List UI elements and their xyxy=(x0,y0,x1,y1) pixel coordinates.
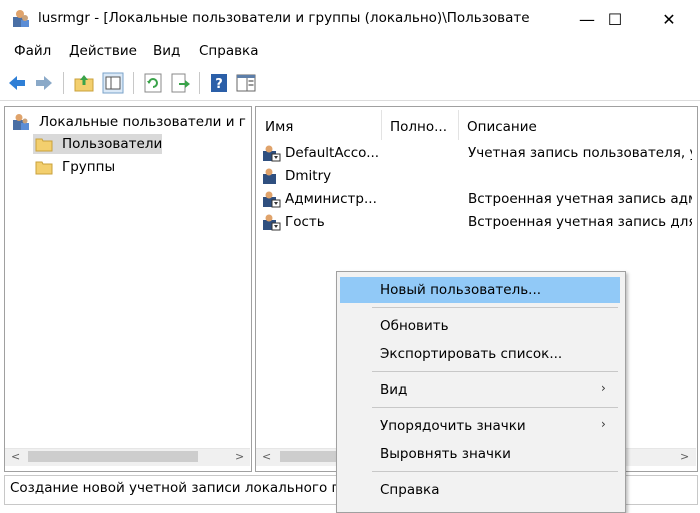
back-arrow-icon[interactable] xyxy=(6,72,28,94)
column-divider[interactable] xyxy=(458,110,459,140)
users-groups-icon xyxy=(13,114,29,130)
toolbar-separator xyxy=(199,72,200,94)
refresh-icon[interactable] xyxy=(142,72,164,94)
status-text: Создание новой учетной записи локального… xyxy=(10,480,349,496)
tree-root[interactable]: Локальные пользователи и гр xyxy=(39,114,247,130)
submenu-arrow-icon: › xyxy=(601,417,606,431)
user-icon xyxy=(263,214,281,231)
column-description[interactable]: Описание xyxy=(467,116,537,138)
user-icon xyxy=(263,191,281,208)
column-fullname[interactable]: Полно... xyxy=(390,116,447,138)
menu-action[interactable]: Действие xyxy=(69,43,137,59)
maximize-button[interactable]: ☐ xyxy=(592,0,638,38)
user-row-name[interactable]: Гость xyxy=(285,214,325,230)
tree-scroll-thumb[interactable] xyxy=(28,451,198,462)
window-title: lusrmgr - [Локальные пользователи и груп… xyxy=(38,10,530,26)
users-app-icon xyxy=(13,10,29,27)
ctx-new-user-label: Новый пользователь... xyxy=(380,282,542,298)
list-scroll-thumb[interactable] xyxy=(280,451,336,462)
user-row-name[interactable]: Администр... xyxy=(285,191,377,207)
menu-help[interactable]: Справка xyxy=(199,43,258,59)
tree-item-users[interactable]: Пользователи xyxy=(62,136,162,152)
ctx-help-label: Справка xyxy=(380,482,440,498)
folder-icon xyxy=(35,161,53,175)
user-row-name[interactable]: Dmitry xyxy=(285,168,331,184)
ctx-arrange-icons-label: Упорядочить значки xyxy=(380,418,526,434)
column-name[interactable]: Имя xyxy=(265,116,293,138)
user-row-desc: Встроенная учетная запись адми xyxy=(468,191,692,207)
ctx-separator xyxy=(372,471,618,472)
ctx-view-label: Вид xyxy=(380,382,408,398)
menu-file[interactable]: Файл xyxy=(14,43,51,59)
toolbar-separator xyxy=(133,72,134,94)
user-row-name[interactable]: DefaultAcco... xyxy=(285,145,379,161)
ctx-separator xyxy=(372,407,618,408)
scroll-right-icon[interactable]: > xyxy=(235,450,244,463)
ctx-refresh-label: Обновить xyxy=(380,318,449,334)
user-icon xyxy=(263,168,276,184)
toolbar-separator xyxy=(63,72,64,94)
forward-arrow-icon[interactable] xyxy=(33,72,55,94)
export-list-icon[interactable] xyxy=(169,72,191,94)
scroll-left-icon[interactable]: < xyxy=(11,450,20,463)
scroll-left-icon[interactable]: < xyxy=(262,450,271,463)
submenu-arrow-icon: › xyxy=(601,381,606,395)
menu-view[interactable]: Вид xyxy=(153,43,180,59)
up-folder-icon[interactable] xyxy=(73,72,95,94)
user-row-desc: Встроенная учетная запись для д xyxy=(468,214,692,230)
user-row-desc: Учетная запись пользователя, уп xyxy=(468,145,692,161)
ctx-separator xyxy=(372,307,618,308)
user-icon xyxy=(263,145,281,162)
folder-icon xyxy=(35,138,53,152)
action-pane-icon[interactable] xyxy=(235,72,257,94)
ctx-separator xyxy=(372,371,618,372)
maximize-icon: ☐ xyxy=(607,9,623,29)
close-icon: ✕ xyxy=(662,9,676,29)
column-divider[interactable] xyxy=(381,110,382,140)
svg-text:?: ? xyxy=(215,77,223,92)
close-button[interactable]: ✕ xyxy=(646,0,692,38)
scroll-right-icon[interactable]: > xyxy=(680,450,689,463)
show-hide-tree-icon[interactable] xyxy=(102,72,124,94)
help-icon[interactable]: ? xyxy=(208,72,230,94)
ctx-line-up-icons-label: Выровнять значки xyxy=(380,446,511,462)
ctx-export-list-label: Экспортировать список... xyxy=(380,346,563,362)
tree-item-groups[interactable]: Группы xyxy=(62,159,115,175)
